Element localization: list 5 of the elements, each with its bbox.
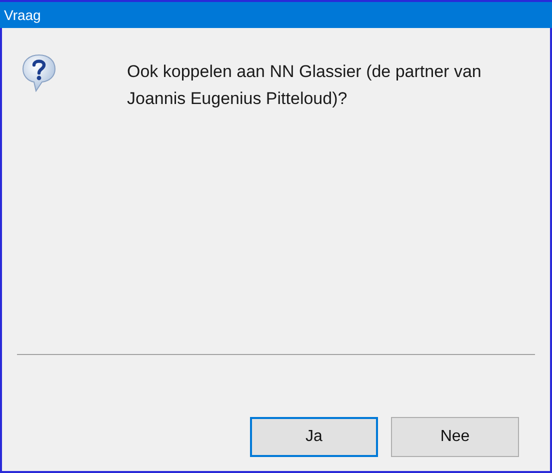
question-icon xyxy=(22,54,56,92)
no-button[interactable]: Nee xyxy=(391,417,519,457)
window-title: Vraag xyxy=(4,7,41,23)
yes-button[interactable]: Ja xyxy=(250,417,378,457)
question-message: Ook koppelen aan NN Glassier (de partner van Joannis Eugenius Pitteloud)? xyxy=(127,61,482,110)
